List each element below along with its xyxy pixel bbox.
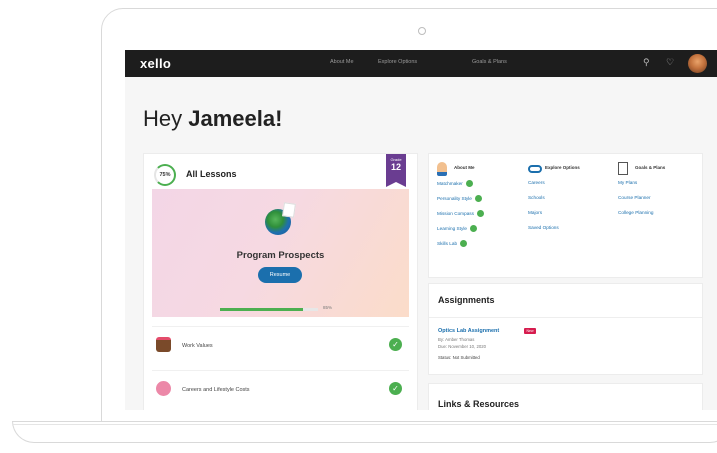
lesson-label: Careers and Lifestyle Costs xyxy=(182,387,250,393)
check-icon xyxy=(465,180,473,187)
divider xyxy=(429,317,702,318)
explore-options-column: Explore Options Careers Schools Majors S… xyxy=(528,162,580,240)
link-majors[interactable]: Majors xyxy=(528,210,559,225)
lesson-label: Work Values xyxy=(182,343,213,349)
link-label: Learning Style xyxy=(437,226,467,231)
about-me-column: About Me Matchmaker Personality Style Mi… xyxy=(437,162,484,255)
assignments-card: Assignments Optics Lab Assignment New By… xyxy=(428,283,703,375)
column-header[interactable]: Goals & Plans xyxy=(618,162,665,180)
links-resources-card: Links & Resources xyxy=(428,383,703,410)
grade-number: 12 xyxy=(390,162,401,172)
screen: xello About Me Explore Options Goals & P… xyxy=(125,50,717,410)
laptop-base-edge xyxy=(12,421,717,425)
grade-ribbon-tail xyxy=(386,182,406,187)
assignments-title: Assignments xyxy=(438,295,495,305)
heart-icon[interactable]: ♡ xyxy=(666,58,674,67)
current-lesson[interactable]: Program Prospects Resume 85% xyxy=(152,189,409,317)
assignment-due-date: Due: November 10, 2020 xyxy=(438,344,487,349)
quick-links-card: About Me Matchmaker Personality Style Mi… xyxy=(428,153,703,278)
link-course-planner[interactable]: Course Planner xyxy=(618,195,653,210)
resume-button[interactable]: Resume xyxy=(258,267,302,283)
column-header[interactable]: Explore Options xyxy=(528,162,580,180)
document-icon xyxy=(282,202,296,218)
link-careers[interactable]: Careers xyxy=(528,180,559,195)
avatar[interactable] xyxy=(688,54,707,73)
link-label: Mission Compass xyxy=(437,211,474,216)
check-icon: ✓ xyxy=(389,338,402,351)
check-icon: ✓ xyxy=(389,382,402,395)
link-personality-style[interactable]: Personality Style xyxy=(437,195,484,210)
check-icon xyxy=(474,195,482,202)
camera-icon xyxy=(418,27,426,35)
link-mission-compass[interactable]: Mission Compass xyxy=(437,210,484,225)
link-label: Matchmaker xyxy=(437,181,463,186)
link-skills-lab[interactable]: Skills Lab xyxy=(437,240,484,255)
lessons-title: All Lessons xyxy=(186,169,237,179)
search-icon[interactable]: ⚲ xyxy=(643,58,650,67)
notebook-icon xyxy=(618,162,628,175)
link-saved-options[interactable]: Saved Options xyxy=(528,225,559,240)
nav-about-me[interactable]: About Me xyxy=(330,59,354,65)
link-learning-style[interactable]: Learning Style xyxy=(437,225,484,240)
lesson-progress-bar xyxy=(220,308,318,311)
list-item[interactable]: Careers and Lifestyle Costs ✓ xyxy=(152,370,409,410)
check-icon xyxy=(469,225,477,232)
grade-label: Grade xyxy=(390,157,402,162)
link-college-planning[interactable]: College Planning xyxy=(618,210,653,225)
student-name: Jameela! xyxy=(188,106,283,131)
nav-goals-plans[interactable]: Goals & Plans xyxy=(472,59,507,65)
nav-explore-options[interactable]: Explore Options xyxy=(378,59,417,65)
all-lessons-card: 75% All Lessons Grade 12 Program Prospec… xyxy=(143,153,418,410)
column-title: Goals & Plans xyxy=(635,165,666,170)
assignment-status: Status: Not Submitted xyxy=(438,355,480,360)
greeting-prefix: Hey xyxy=(143,106,189,131)
check-icon xyxy=(477,210,484,217)
person-icon xyxy=(437,162,447,176)
goals-plans-column: Goals & Plans My Plans Course Planner Co… xyxy=(618,162,665,225)
page-title: Hey Jameela! xyxy=(143,106,282,132)
resources-title: Links & Resources xyxy=(438,399,520,409)
list-item[interactable]: Work Values ✓ xyxy=(152,326,409,366)
link-label: Skills Lab xyxy=(437,241,458,246)
column-title: Explore Options xyxy=(545,165,580,170)
column-title: About Me xyxy=(454,165,475,170)
grade-ribbon: Grade 12 xyxy=(386,154,406,182)
xello-logo[interactable]: xello xyxy=(140,56,171,71)
new-badge: New xyxy=(524,328,536,334)
piggy-bank-icon xyxy=(156,381,171,396)
binoculars-icon xyxy=(528,165,542,173)
top-navigation-bar: xello About Me Explore Options Goals & P… xyxy=(125,50,717,77)
briefcase-icon xyxy=(156,337,171,352)
column-header[interactable]: About Me xyxy=(437,162,484,180)
link-my-plans[interactable]: My Plans xyxy=(618,180,653,195)
assignment-author: By: Amber Thomas xyxy=(438,337,475,342)
current-lesson-title: Program Prospects xyxy=(236,250,325,261)
link-matchmaker[interactable]: Matchmaker xyxy=(437,180,484,195)
assignment-link[interactable]: Optics Lab Assignment xyxy=(438,328,499,334)
link-label: Personality Style xyxy=(437,196,472,201)
link-schools[interactable]: Schools xyxy=(528,195,559,210)
check-icon xyxy=(460,240,468,247)
lessons-progress-ring: 75% xyxy=(154,164,176,186)
laptop-mockup: xello About Me Explore Options Goals & P… xyxy=(0,0,717,453)
lesson-progress-fill xyxy=(220,308,304,311)
lesson-progress-text: 85% xyxy=(323,305,333,310)
